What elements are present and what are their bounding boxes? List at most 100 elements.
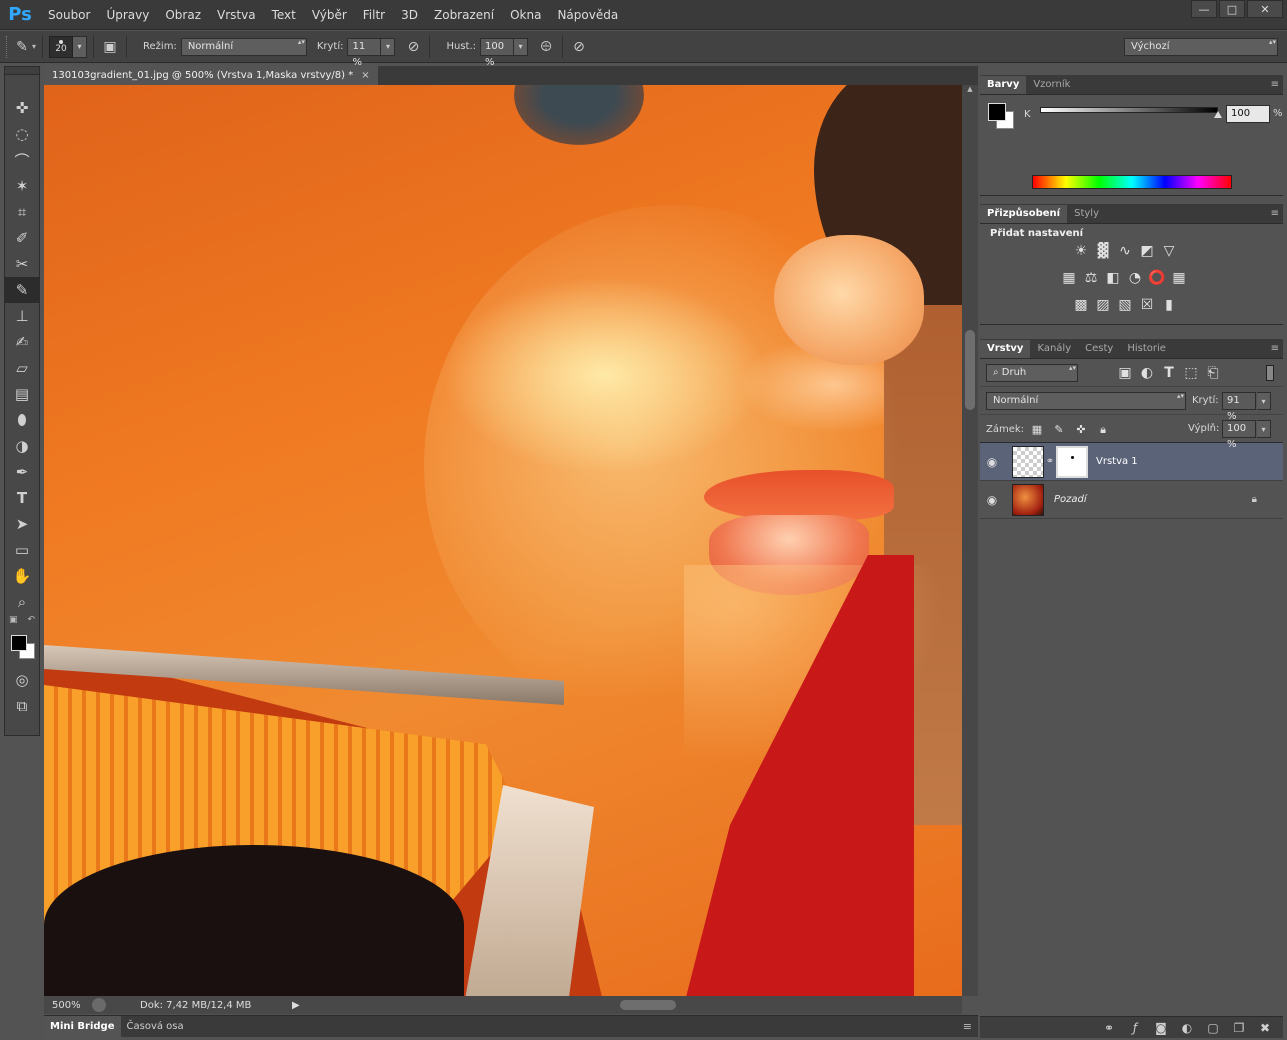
gradient-icon[interactable]: ▤	[5, 381, 39, 407]
brush-size-picker[interactable]: 20	[49, 35, 74, 58]
tab-colors[interactable]: Barvy	[980, 76, 1027, 94]
dodge-icon[interactable]: ◑	[5, 433, 39, 459]
black-white-icon[interactable]: ◧	[1102, 267, 1124, 289]
document-tab[interactable]: 130103gradient_01.jpg @ 500% (Vrstva 1,M…	[44, 66, 378, 85]
posterize-icon[interactable]: ▨	[1092, 294, 1114, 316]
horizontal-scroll-thumb[interactable]	[620, 1000, 676, 1010]
minimize-button[interactable]: —	[1191, 0, 1217, 18]
colors-panel-menu-icon[interactable]: ≡	[1271, 79, 1279, 90]
color-balance-icon[interactable]: ⚖	[1080, 267, 1102, 289]
visibility-eye-icon[interactable]: ◉	[980, 455, 1004, 469]
lock-image-icon[interactable]: ✎	[1048, 418, 1070, 440]
workspace-select[interactable]: Výchozí	[1124, 38, 1278, 56]
tab-layers[interactable]: Vrstvy	[980, 340, 1031, 358]
color-lookup-icon[interactable]: ▦	[1168, 267, 1190, 289]
pressure-opacity-icon[interactable]: ⊘	[403, 37, 423, 57]
tab-styles[interactable]: Styly	[1067, 205, 1106, 223]
opacity-dropdown[interactable]: ▾	[381, 37, 396, 56]
menu-napoveda[interactable]: Nápověda	[549, 0, 626, 30]
add-mask-icon[interactable]: ◙	[1151, 1021, 1171, 1035]
airbrush-icon[interactable]: ⨸	[536, 37, 556, 57]
menu-okna[interactable]: Okna	[502, 0, 549, 30]
levels-icon[interactable]: ▓	[1092, 240, 1114, 262]
tab-paths[interactable]: Cesty	[1078, 340, 1120, 358]
elliptical-marquee-icon[interactable]: ◌	[5, 121, 39, 147]
visibility-eye-icon[interactable]: ◉	[980, 493, 1004, 507]
invert-icon[interactable]: ▩	[1070, 294, 1092, 316]
brush-tool-icon[interactable]: ✎	[5, 277, 39, 303]
exposure-icon[interactable]: ◩	[1136, 240, 1158, 262]
hue-saturation-icon[interactable]: ▦	[1058, 267, 1080, 289]
photo-filter-icon[interactable]: ◔	[1124, 267, 1146, 289]
menu-text[interactable]: Text	[264, 0, 304, 30]
quick-mask-icon[interactable]: ◎	[5, 667, 39, 693]
menu-obraz[interactable]: Obraz	[157, 0, 209, 30]
layer-row-vrstva-1[interactable]: ◉ ⚭ Vrstva 1	[980, 443, 1283, 481]
layer-name[interactable]: Vrstva 1	[1096, 456, 1138, 467]
new-group-icon[interactable]: ▢	[1203, 1021, 1223, 1035]
eraser-icon[interactable]: ▱	[5, 355, 39, 381]
filter-smart-object-icon[interactable]: ⎗	[1202, 362, 1224, 384]
flow-dropdown[interactable]: ▾	[514, 37, 529, 56]
fill-input[interactable]: 100 %	[1222, 420, 1256, 450]
tab-timeline[interactable]: Časová osa	[121, 1016, 190, 1038]
screen-mode-icon[interactable]: ⧉	[5, 693, 39, 719]
layer-thumbnail[interactable]	[1012, 483, 1044, 516]
magic-wand-icon[interactable]: ✶	[5, 173, 39, 199]
tab-swatches[interactable]: Vzorník	[1026, 76, 1077, 94]
layer-name[interactable]: Pozadí	[1054, 494, 1087, 505]
hand-tool-icon[interactable]: ✋	[5, 563, 39, 589]
healing-brush-icon[interactable]: ✂	[5, 251, 39, 277]
lock-transparent-icon[interactable]: ▦	[1026, 418, 1048, 440]
move-tool-icon[interactable]: ✜	[5, 95, 39, 121]
menu-vyber[interactable]: Výběr	[304, 0, 355, 30]
color-swatches[interactable]	[5, 629, 39, 667]
blur-icon[interactable]: ⬮	[5, 407, 39, 433]
path-selection-icon[interactable]: ➤	[5, 511, 39, 537]
opacity-input[interactable]: 11 %	[347, 37, 382, 68]
history-brush-icon[interactable]: ✍	[5, 329, 39, 355]
brush-tool-preset-icon[interactable]: ✎	[12, 37, 32, 57]
fill-dropdown[interactable]: ▾	[1257, 420, 1271, 438]
blend-mode-select[interactable]: Normální	[986, 392, 1186, 410]
maximize-button[interactable]: □	[1219, 0, 1245, 18]
channel-mixer-icon[interactable]: ⭕	[1146, 267, 1168, 289]
tab-channels[interactable]: Kanály	[1030, 340, 1078, 358]
zoom-level[interactable]: 500%	[44, 1000, 92, 1011]
clone-stamp-icon[interactable]: ⊥	[5, 303, 39, 329]
status-menu-arrow-icon[interactable]: ▶	[292, 1000, 300, 1011]
vertical-scroll-thumb[interactable]	[965, 330, 975, 410]
k-slider[interactable]	[1040, 107, 1218, 113]
k-slider-handle[interactable]	[1214, 111, 1222, 118]
status-info-icon[interactable]	[92, 998, 106, 1012]
default-colors-icon[interactable]: ▣	[9, 615, 18, 629]
lock-all-icon[interactable]: 🔒︎	[1092, 419, 1114, 441]
menu-soubor[interactable]: Soubor	[40, 0, 98, 30]
layer-opacity-input[interactable]: 91 %	[1222, 392, 1256, 422]
toolbox-grip[interactable]	[5, 67, 39, 75]
color-spectrum[interactable]	[1032, 175, 1232, 189]
menu-filtr[interactable]: Filtr	[355, 0, 393, 30]
filter-toggle[interactable]	[1266, 365, 1274, 381]
pressure-size-icon[interactable]: ⊘	[569, 37, 589, 57]
eyedropper-icon[interactable]: ✐	[5, 225, 39, 251]
tab-adjustments[interactable]: Přizpůsobení	[980, 205, 1068, 223]
scroll-up-icon[interactable]: ▲	[962, 85, 978, 93]
selective-color-icon[interactable]: ▮	[1158, 294, 1180, 316]
lock-position-icon[interactable]: ✜	[1070, 418, 1092, 440]
tab-close-icon[interactable]: ×	[361, 70, 369, 81]
menu-3d[interactable]: 3D	[393, 0, 426, 30]
bottom-panel-menu-icon[interactable]: ≡	[963, 1020, 972, 1033]
filter-shape-icon[interactable]: ⬚	[1180, 362, 1202, 384]
horizontal-scrollbar[interactable]	[354, 999, 994, 1011]
gradient-map-icon[interactable]: ☒	[1136, 294, 1158, 316]
delete-layer-icon[interactable]: ✖	[1255, 1021, 1275, 1035]
k-value-input[interactable]: 100	[1226, 105, 1270, 123]
flow-input[interactable]: 100 %	[480, 37, 515, 68]
menu-upravy[interactable]: Úpravy	[98, 0, 157, 30]
menu-vrstva[interactable]: Vrstva	[209, 0, 264, 30]
close-button[interactable]: ✕	[1247, 0, 1283, 18]
layer-opacity-dropdown[interactable]: ▾	[1257, 392, 1271, 410]
layer-row-pozadi[interactable]: ◉ Pozadí 🔒︎	[980, 481, 1283, 519]
mode-select[interactable]: Normální	[180, 37, 307, 56]
